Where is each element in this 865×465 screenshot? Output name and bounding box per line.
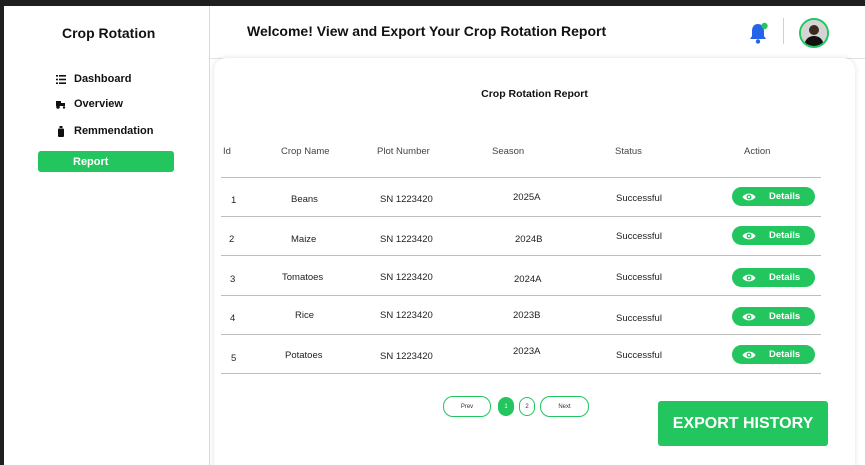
table-row: 5 Potatoes SN 1223420 2023A Successful D… — [221, 335, 821, 374]
cell-plot-number: SN 1223420 — [380, 234, 433, 245]
bell-icon[interactable] — [748, 21, 770, 45]
eye-icon — [742, 350, 756, 360]
column-header-plot-number: Plot Number — [377, 146, 430, 157]
sidebar-item-label: Remmendation — [74, 125, 154, 137]
page-title: Welcome! View and Export Your Crop Rotat… — [247, 23, 607, 39]
page-1-button[interactable]: 1 — [498, 397, 514, 416]
column-header-status: Status — [615, 146, 642, 157]
cell-status: Successful — [616, 231, 662, 242]
table-row: 2 Maize SN 1223420 2024B Successful Deta… — [221, 217, 821, 256]
cell-crop-name: Rice — [295, 310, 315, 321]
cell-season: 2024A — [514, 274, 542, 285]
avatar[interactable] — [799, 18, 829, 48]
cell-crop-name: Maize — [291, 234, 317, 245]
cell-id: 1 — [231, 195, 237, 206]
app-window: Crop Rotation Dashboard Overview Remmend… — [4, 6, 865, 465]
details-button[interactable]: Details — [732, 345, 815, 364]
bottle-icon — [56, 125, 66, 137]
cell-id: 4 — [230, 313, 236, 324]
cell-id: 2 — [229, 234, 235, 245]
cell-crop-name: Beans — [291, 194, 318, 205]
cell-crop-name: Potatoes — [285, 350, 323, 361]
cell-season: 2024B — [515, 234, 543, 245]
eye-icon — [742, 312, 756, 322]
cell-crop-name: Tomatoes — [282, 272, 324, 283]
eye-icon — [742, 231, 756, 241]
sidebar-item-label: Report — [73, 155, 109, 168]
details-button[interactable]: Details — [732, 268, 815, 287]
cell-plot-number: SN 1223420 — [380, 272, 433, 283]
column-header-id: Id — [223, 146, 231, 157]
cell-plot-number: SN 1223420 — [380, 310, 433, 321]
details-label: Details — [769, 191, 801, 202]
next-page-button[interactable]: Next — [540, 396, 589, 417]
column-header-season: Season — [492, 146, 525, 157]
sidebar-item-overview[interactable]: Overview — [56, 95, 123, 113]
details-label: Details — [769, 230, 801, 241]
top-header: Welcome! View and Export Your Crop Rotat… — [210, 6, 865, 59]
cell-id: 3 — [230, 274, 236, 285]
report-card: Crop Rotation Report Id Crop Name Plot N… — [214, 58, 855, 465]
column-header-crop-name: Crop Name — [281, 146, 330, 157]
sidebar-item-recommendation[interactable]: Remmendation — [56, 122, 153, 140]
sidebar: Crop Rotation Dashboard Overview Remmend… — [4, 6, 210, 465]
cell-id: 5 — [231, 353, 237, 364]
page-2-button[interactable]: 2 — [519, 397, 535, 416]
tractor-icon — [56, 99, 66, 109]
details-label: Details — [769, 349, 801, 360]
prev-page-button[interactable]: Prev — [443, 396, 491, 417]
list-icon — [56, 74, 66, 84]
sidebar-item-label: Overview — [74, 98, 123, 110]
cell-plot-number: SN 1223420 — [380, 351, 433, 362]
sidebar-item-report[interactable]: Report — [38, 151, 174, 172]
eye-icon — [742, 273, 756, 283]
details-button[interactable]: Details — [732, 187, 815, 206]
header-divider — [783, 18, 784, 44]
details-label: Details — [769, 272, 801, 283]
cell-season: 2023A — [513, 346, 541, 357]
cell-status: Successful — [616, 272, 662, 283]
table-row: 3 Tomatoes SN 1223420 2024A Successful D… — [221, 257, 821, 296]
cell-season: 2023B — [513, 310, 541, 321]
details-button[interactable]: Details — [732, 307, 815, 326]
cell-season: 2025A — [513, 192, 541, 203]
app-title: Crop Rotation — [62, 25, 156, 41]
cell-status: Successful — [616, 313, 662, 324]
sidebar-item-label: Dashboard — [74, 73, 132, 85]
details-label: Details — [769, 311, 801, 322]
cell-plot-number: SN 1223420 — [380, 194, 433, 205]
report-title: Crop Rotation Report — [481, 88, 588, 100]
cell-status: Successful — [616, 350, 662, 361]
table-row: 1 Beans SN 1223420 2025A Successful Deta… — [221, 178, 821, 217]
column-header-action: Action — [744, 146, 771, 157]
sidebar-item-dashboard[interactable]: Dashboard — [56, 70, 131, 88]
cell-status: Successful — [616, 193, 662, 204]
export-history-button[interactable]: EXPORT HISTORY — [658, 401, 828, 446]
table-row: 4 Rice SN 1223420 2023B Successful Detai… — [221, 296, 821, 335]
details-button[interactable]: Details — [732, 226, 815, 245]
eye-icon — [742, 192, 756, 202]
